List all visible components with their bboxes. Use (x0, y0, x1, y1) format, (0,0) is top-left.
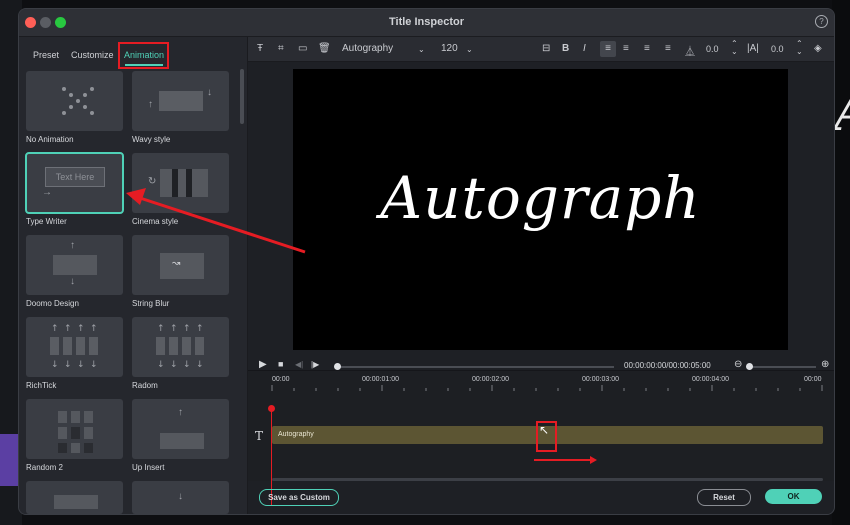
tutorial-annotation-arrow (126, 188, 306, 254)
